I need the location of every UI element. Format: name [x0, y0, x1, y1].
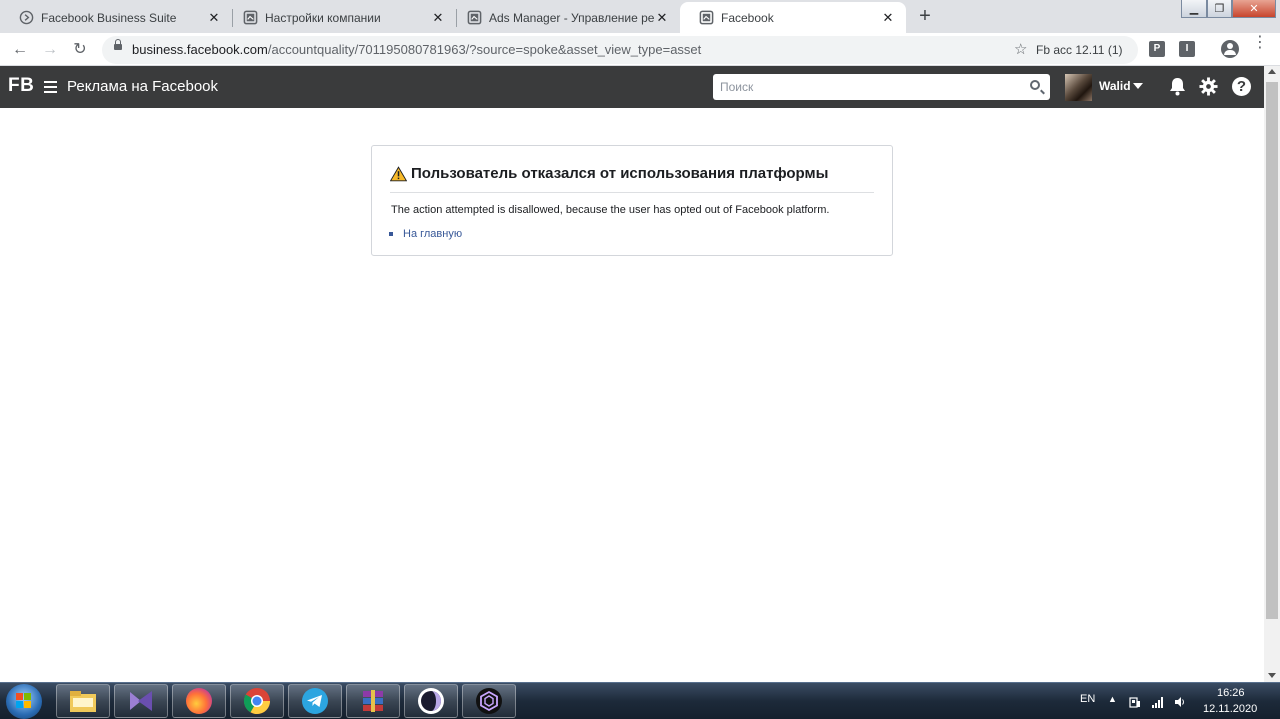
browser-menu-icon[interactable]: ⋮: [1252, 35, 1268, 51]
bookmark-star-icon[interactable]: ☆: [1014, 40, 1027, 58]
violet-app-icon: [418, 688, 444, 714]
hexagon-app-icon: [476, 688, 502, 714]
close-tab-icon[interactable]: ✕: [880, 10, 896, 26]
error-title: Пользователь отказался от использования …: [411, 165, 829, 182]
account-icon[interactable]: [1221, 40, 1239, 58]
tab-facebook-business-suite[interactable]: Facebook Business Suite ✕: [0, 2, 232, 33]
business-suite-icon: [18, 10, 34, 26]
close-window-button[interactable]: ✕: [1232, 0, 1276, 18]
minimize-button[interactable]: ▁: [1181, 0, 1207, 18]
taskbar-visual-studio[interactable]: [114, 684, 168, 718]
page-scrollbar[interactable]: [1264, 66, 1280, 682]
home-link[interactable]: На главную: [403, 228, 462, 240]
firefox-icon: [186, 688, 212, 714]
profile-chip[interactable]: Fb acc 12.11 (1): [1036, 43, 1122, 57]
forward-button[interactable]: →: [39, 39, 61, 61]
scroll-up-arrow-icon[interactable]: [1268, 69, 1276, 74]
menu-icon[interactable]: [44, 81, 57, 93]
visual-studio-icon: [130, 691, 152, 711]
page-icon: [466, 10, 482, 26]
tab-title: Facebook Business Suite: [41, 10, 177, 25]
scroll-thumb[interactable]: [1266, 82, 1278, 619]
taskbar-telegram[interactable]: [288, 684, 342, 718]
taskbar-firefox[interactable]: [172, 684, 226, 718]
clock-date[interactable]: 12.11.2020: [1203, 703, 1257, 715]
scroll-down-arrow-icon[interactable]: [1268, 673, 1276, 678]
close-tab-icon[interactable]: ✕: [654, 10, 670, 26]
url-path: /accountquality/701195080781963/?source=…: [267, 42, 702, 57]
lock-icon: [114, 39, 122, 50]
folder-icon: [70, 691, 96, 712]
user-name[interactable]: Walid: [1099, 79, 1131, 93]
error-card: Пользователь отказался от использования …: [371, 145, 893, 256]
windows-taskbar: EN ▲ 16:26 12.11.2020: [0, 682, 1280, 719]
taskbar-explorer[interactable]: [56, 684, 110, 718]
search-icon[interactable]: [1030, 80, 1040, 90]
extension-p-icon[interactable]: P: [1149, 41, 1165, 57]
error-links-list: На главную: [389, 228, 462, 240]
network-device-icon[interactable]: [1129, 696, 1141, 708]
fb-logo[interactable]: FB: [8, 75, 34, 97]
taskbar-chrome[interactable]: [230, 684, 284, 718]
volume-icon[interactable]: [1174, 696, 1186, 708]
avatar[interactable]: [1065, 74, 1092, 101]
tab-title: Ads Manager - Управление рек: [489, 10, 654, 25]
notifications-bell-icon[interactable]: [1169, 77, 1185, 96]
back-button[interactable]: ←: [9, 39, 31, 61]
error-header: Пользователь отказался от использования …: [390, 165, 874, 193]
close-tab-icon[interactable]: ✕: [206, 10, 222, 26]
search-input[interactable]: [713, 74, 1013, 100]
extension-i-icon[interactable]: I: [1179, 41, 1195, 57]
search-box: [713, 74, 1050, 100]
close-tab-icon[interactable]: ✕: [430, 10, 446, 26]
winrar-icon: [363, 690, 383, 712]
page-title[interactable]: Реклама на Facebook: [67, 78, 218, 95]
telegram-icon: [302, 688, 328, 714]
page-icon: [242, 10, 258, 26]
language-indicator[interactable]: EN: [1080, 693, 1095, 705]
tab-company-settings[interactable]: Настройки компании ✕: [224, 2, 456, 33]
tab-title: Настройки компании: [265, 10, 381, 25]
browser-toolbar: ← → ↻ business.facebook.com/accountquali…: [0, 33, 1280, 66]
fb-header: FB Реклама на Facebook Walid ?: [0, 66, 1264, 108]
taskbar-winrar[interactable]: [346, 684, 400, 718]
address-bar[interactable]: business.facebook.com/accountquality/701…: [102, 36, 1138, 64]
page-icon: [698, 10, 714, 26]
url-text: business.facebook.com/accountquality/701…: [132, 42, 701, 57]
taskbar-app-violet[interactable]: [404, 684, 458, 718]
chevron-down-icon[interactable]: [1133, 83, 1143, 89]
chrome-icon: [243, 688, 271, 715]
url-host: business.facebook.com: [132, 42, 268, 57]
show-hidden-icons-icon[interactable]: ▲: [1108, 694, 1117, 704]
warning-icon: [390, 166, 407, 182]
new-tab-button[interactable]: +: [912, 5, 938, 27]
tab-ads-manager[interactable]: Ads Manager - Управление рек ✕: [448, 2, 680, 33]
reload-button[interactable]: ↻: [69, 39, 91, 61]
help-icon[interactable]: ?: [1232, 77, 1251, 96]
error-message: The action attempted is disallowed, beca…: [391, 204, 830, 216]
settings-gear-icon[interactable]: [1199, 77, 1218, 96]
tab-facebook-active[interactable]: Facebook ✕: [680, 2, 906, 33]
taskbar-app-hexagon[interactable]: [462, 684, 516, 718]
clock-time[interactable]: 16:26: [1217, 687, 1245, 699]
tab-title: Facebook: [721, 10, 774, 25]
start-button[interactable]: [6, 684, 42, 719]
browser-tab-strip: Facebook Business Suite ✕ Настройки комп…: [0, 0, 1280, 33]
signal-strength-icon[interactable]: [1152, 696, 1164, 708]
list-bullet: [389, 232, 393, 236]
maximize-button[interactable]: ❐: [1207, 0, 1232, 18]
